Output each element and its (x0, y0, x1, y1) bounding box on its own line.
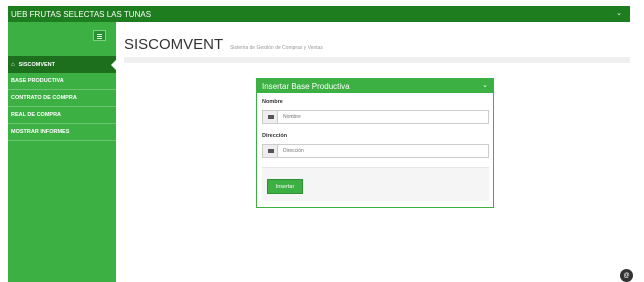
app-title: UEB FRUTAS SELECTAS LAS TUNAS (11, 9, 152, 19)
home-icon: ⌂ (11, 61, 15, 68)
direccion-input[interactable] (278, 145, 488, 157)
sidebar-item-label: MOSTRAR INFORMES (11, 129, 70, 135)
nombre-input[interactable] (278, 111, 488, 123)
insertar-button[interactable]: Insertar (267, 179, 303, 194)
chevron-down-icon[interactable]: ⌄ (616, 9, 622, 17)
page-header: SISCOMVENT Sistema de Gestión de Compras… (124, 36, 323, 53)
sidebar-item-label: SISCOMVENT (18, 61, 55, 68)
sidebar-item-label: REAL DE COMPRA (11, 112, 62, 118)
sidebar-item-base-productiva[interactable]: BASE PRODUCTIVA (8, 73, 116, 90)
direccion-field-group (262, 144, 489, 158)
page-subtitle: Sistema de Gestión de Compras y Ventas (230, 45, 323, 51)
sidebar: ⌂ SISCOMVENT BASE PRODUCTIVA CONTRATO DE… (8, 22, 117, 282)
nombre-field-group (262, 110, 489, 124)
sidebar-item-label: CONTRATO DE COMPRA (11, 95, 77, 101)
menu-toggle-icon[interactable] (93, 30, 106, 41)
sidebar-item-label: BASE PRODUCTIVA (11, 78, 64, 84)
page-title: SISCOMVENT (124, 36, 223, 53)
panel-title: Insertar Base Productiva (262, 81, 350, 91)
direccion-label: Dirección (262, 133, 288, 139)
panel-header: Insertar Base Productiva ⌄ (257, 79, 493, 93)
sidebar-item-contrato-de-compra[interactable]: CONTRATO DE COMPRA (8, 90, 116, 107)
help-badge[interactable]: @ (620, 269, 633, 282)
sidebar-item-real-de-compra[interactable]: REAL DE COMPRA (8, 107, 116, 124)
envelope-icon (263, 111, 278, 123)
sidebar-item-mostrar-informes[interactable]: MOSTRAR INFORMES (8, 124, 116, 141)
insert-form-panel: Insertar Base Productiva ⌄ Nombre Direcc… (256, 78, 494, 208)
form-footer: Insertar (262, 167, 489, 201)
sidebar-item-siscomvent[interactable]: ⌂ SISCOMVENT (8, 56, 117, 73)
envelope-icon (263, 145, 278, 157)
top-navbar: UEB FRUTAS SELECTAS LAS TUNAS ⌄ (8, 6, 630, 22)
header-divider (124, 57, 630, 63)
chevron-down-icon[interactable]: ⌄ (482, 81, 488, 89)
nombre-label: Nombre (262, 99, 283, 105)
